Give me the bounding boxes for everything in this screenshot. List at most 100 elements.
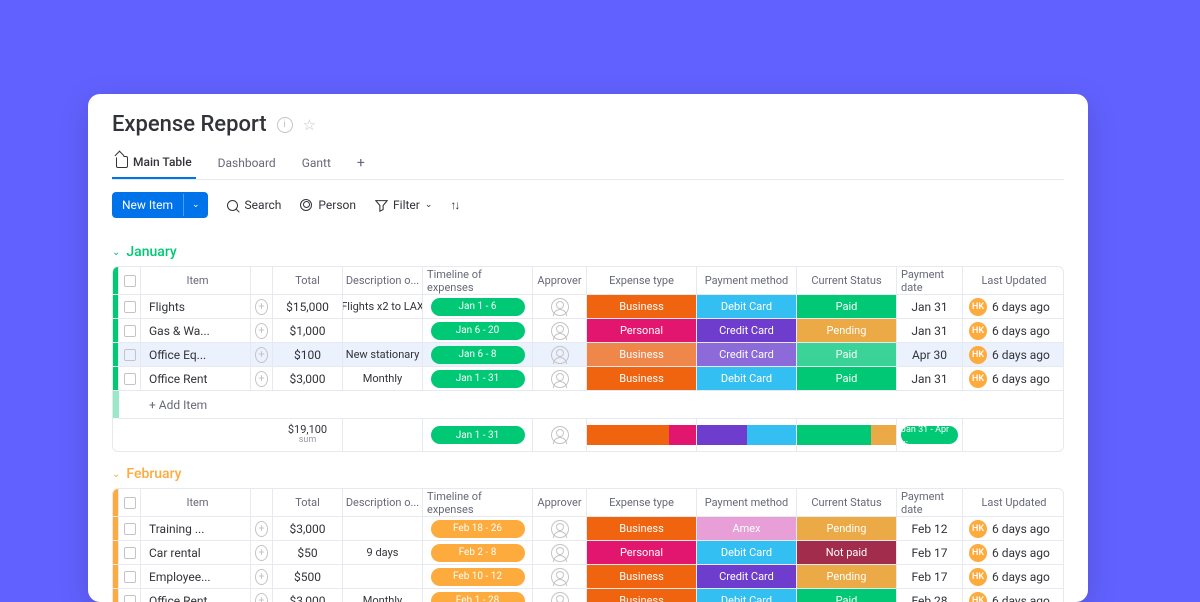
payment-method-cell[interactable]: Debit Card [697, 589, 797, 602]
sort-button[interactable]: ↑↓ [450, 198, 458, 212]
total-cell[interactable]: $100 [273, 343, 343, 367]
approver-cell[interactable] [533, 517, 587, 541]
expand-item-icon[interactable]: + [255, 545, 268, 561]
col-approver[interactable]: Approver [533, 267, 587, 295]
payment-date-cell[interactable]: Jan 31 [897, 367, 963, 391]
new-item-button[interactable]: New Item ⌄ [112, 192, 208, 218]
expense-type-cell[interactable]: Business [587, 517, 697, 541]
timeline-cell[interactable]: Jan 6 - 20 [423, 319, 533, 343]
total-cell[interactable]: $15,000 [273, 295, 343, 319]
col-last-updated[interactable]: Last Updated [963, 489, 1063, 517]
description-cell[interactable]: 9 days [343, 541, 423, 565]
row-checkbox[interactable] [124, 301, 136, 313]
add-item-row[interactable]: + Add Item [113, 391, 1063, 419]
status-cell[interactable]: Paid [797, 343, 897, 367]
description-cell[interactable] [343, 565, 423, 589]
status-cell[interactable]: Pending [797, 319, 897, 343]
select-all-checkbox[interactable] [124, 497, 136, 509]
timeline-cell[interactable]: Jan 1 - 6 [423, 295, 533, 319]
description-cell[interactable]: Monthly [343, 367, 423, 391]
total-cell[interactable]: $3,000 [273, 589, 343, 602]
filter-button[interactable]: Filter ⌄ [374, 198, 432, 212]
status-cell[interactable]: Paid [797, 589, 897, 602]
last-updated-cell[interactable]: HK6 days ago [963, 517, 1063, 541]
col-total[interactable]: Total [273, 267, 343, 295]
item-name-cell[interactable]: Office Rent [141, 589, 251, 602]
payment-date-cell[interactable]: Apr 30 [897, 343, 963, 367]
approver-cell[interactable] [533, 367, 587, 391]
last-updated-cell[interactable]: HK6 days ago [963, 319, 1063, 343]
col-item[interactable]: Item [141, 267, 251, 295]
approver-cell[interactable] [533, 589, 587, 602]
status-cell[interactable]: Pending [797, 517, 897, 541]
person-filter-button[interactable]: Person [299, 198, 356, 212]
col-timeline[interactable]: Timeline of expenses [423, 267, 533, 295]
col-description[interactable]: Description o... [343, 489, 423, 517]
payment-date-cell[interactable]: Jan 31 [897, 295, 963, 319]
item-name-cell[interactable]: Employee... [141, 565, 251, 589]
row-checkbox[interactable] [124, 523, 136, 535]
expense-type-cell[interactable]: Business [587, 589, 697, 602]
payment-method-cell[interactable]: Credit Card [697, 565, 797, 589]
total-cell[interactable]: $1,000 [273, 319, 343, 343]
timeline-cell[interactable]: Jan 1 - 31 [423, 367, 533, 391]
expand-item-icon[interactable]: + [255, 299, 268, 315]
col-item[interactable]: Item [141, 489, 251, 517]
col-status[interactable]: Current Status [797, 489, 897, 517]
expand-item-icon[interactable]: + [255, 323, 268, 339]
payment-date-cell[interactable]: Feb 28 [897, 589, 963, 602]
expense-type-cell[interactable]: Personal [587, 541, 697, 565]
item-name-cell[interactable]: Flights [141, 295, 251, 319]
col-payment-method[interactable]: Payment method [697, 267, 797, 295]
status-cell[interactable]: Pending [797, 565, 897, 589]
status-cell[interactable]: Paid [797, 367, 897, 391]
payment-method-cell[interactable]: Debit Card [697, 541, 797, 565]
col-payment-date[interactable]: Payment date [897, 489, 963, 517]
add-view-button[interactable]: + [353, 149, 369, 179]
col-status[interactable]: Current Status [797, 267, 897, 295]
item-name-cell[interactable]: Office Eq... [141, 343, 251, 367]
last-updated-cell[interactable]: HK6 days ago [963, 589, 1063, 602]
approver-cell[interactable] [533, 319, 587, 343]
payment-date-cell[interactable]: Feb 12 [897, 517, 963, 541]
total-cell[interactable]: $500 [273, 565, 343, 589]
table-row[interactable]: Office Rent + $3,000 Monthly Feb 1 - 28 … [113, 589, 1063, 602]
tab-dashboard[interactable]: Dashboard [214, 149, 280, 179]
approver-cell[interactable] [533, 295, 587, 319]
approver-cell[interactable] [533, 343, 587, 367]
timeline-cell[interactable]: Jan 6 - 8 [423, 343, 533, 367]
group-header[interactable]: ⌄ January [112, 244, 1064, 266]
row-checkbox[interactable] [124, 373, 136, 385]
table-row[interactable]: Training ... + $3,000 Feb 18 - 26 Busine… [113, 517, 1063, 541]
last-updated-cell[interactable]: HK6 days ago [963, 565, 1063, 589]
item-name-cell[interactable]: Training ... [141, 517, 251, 541]
row-checkbox[interactable] [124, 547, 136, 559]
description-cell[interactable]: Flights x2 to LAX [343, 295, 423, 319]
total-cell[interactable]: $50 [273, 541, 343, 565]
table-row[interactable]: Employee... + $500 Feb 10 - 12 Business … [113, 565, 1063, 589]
payment-method-cell[interactable]: Debit Card [697, 367, 797, 391]
description-cell[interactable]: Monthly [343, 589, 423, 602]
approver-cell[interactable] [533, 541, 587, 565]
col-expense-type[interactable]: Expense type [587, 267, 697, 295]
table-row[interactable]: Car rental + $50 9 days Feb 2 - 8 Person… [113, 541, 1063, 565]
expense-type-cell[interactable]: Personal [587, 319, 697, 343]
table-row[interactable]: Flights + $15,000 Flights x2 to LAX Jan … [113, 295, 1063, 319]
payment-method-cell[interactable]: Amex [697, 517, 797, 541]
status-cell[interactable]: Paid [797, 295, 897, 319]
expense-type-cell[interactable]: Business [587, 343, 697, 367]
col-approver[interactable]: Approver [533, 489, 587, 517]
col-payment-date[interactable]: Payment date [897, 267, 963, 295]
description-cell[interactable] [343, 517, 423, 541]
last-updated-cell[interactable]: HK6 days ago [963, 367, 1063, 391]
status-cell[interactable]: Not paid [797, 541, 897, 565]
col-timeline[interactable]: Timeline of expenses [423, 489, 533, 517]
group-header[interactable]: ⌄ February [112, 466, 1064, 488]
payment-date-cell[interactable]: Jan 31 [897, 319, 963, 343]
row-checkbox[interactable] [124, 571, 136, 583]
table-row[interactable]: Office Eq... + $100 New stationary Jan 6… [113, 343, 1063, 367]
favorite-star-icon[interactable]: ☆ [303, 116, 316, 134]
col-payment-method[interactable]: Payment method [697, 489, 797, 517]
expand-item-icon[interactable]: + [255, 521, 268, 537]
payment-date-cell[interactable]: Feb 17 [897, 541, 963, 565]
